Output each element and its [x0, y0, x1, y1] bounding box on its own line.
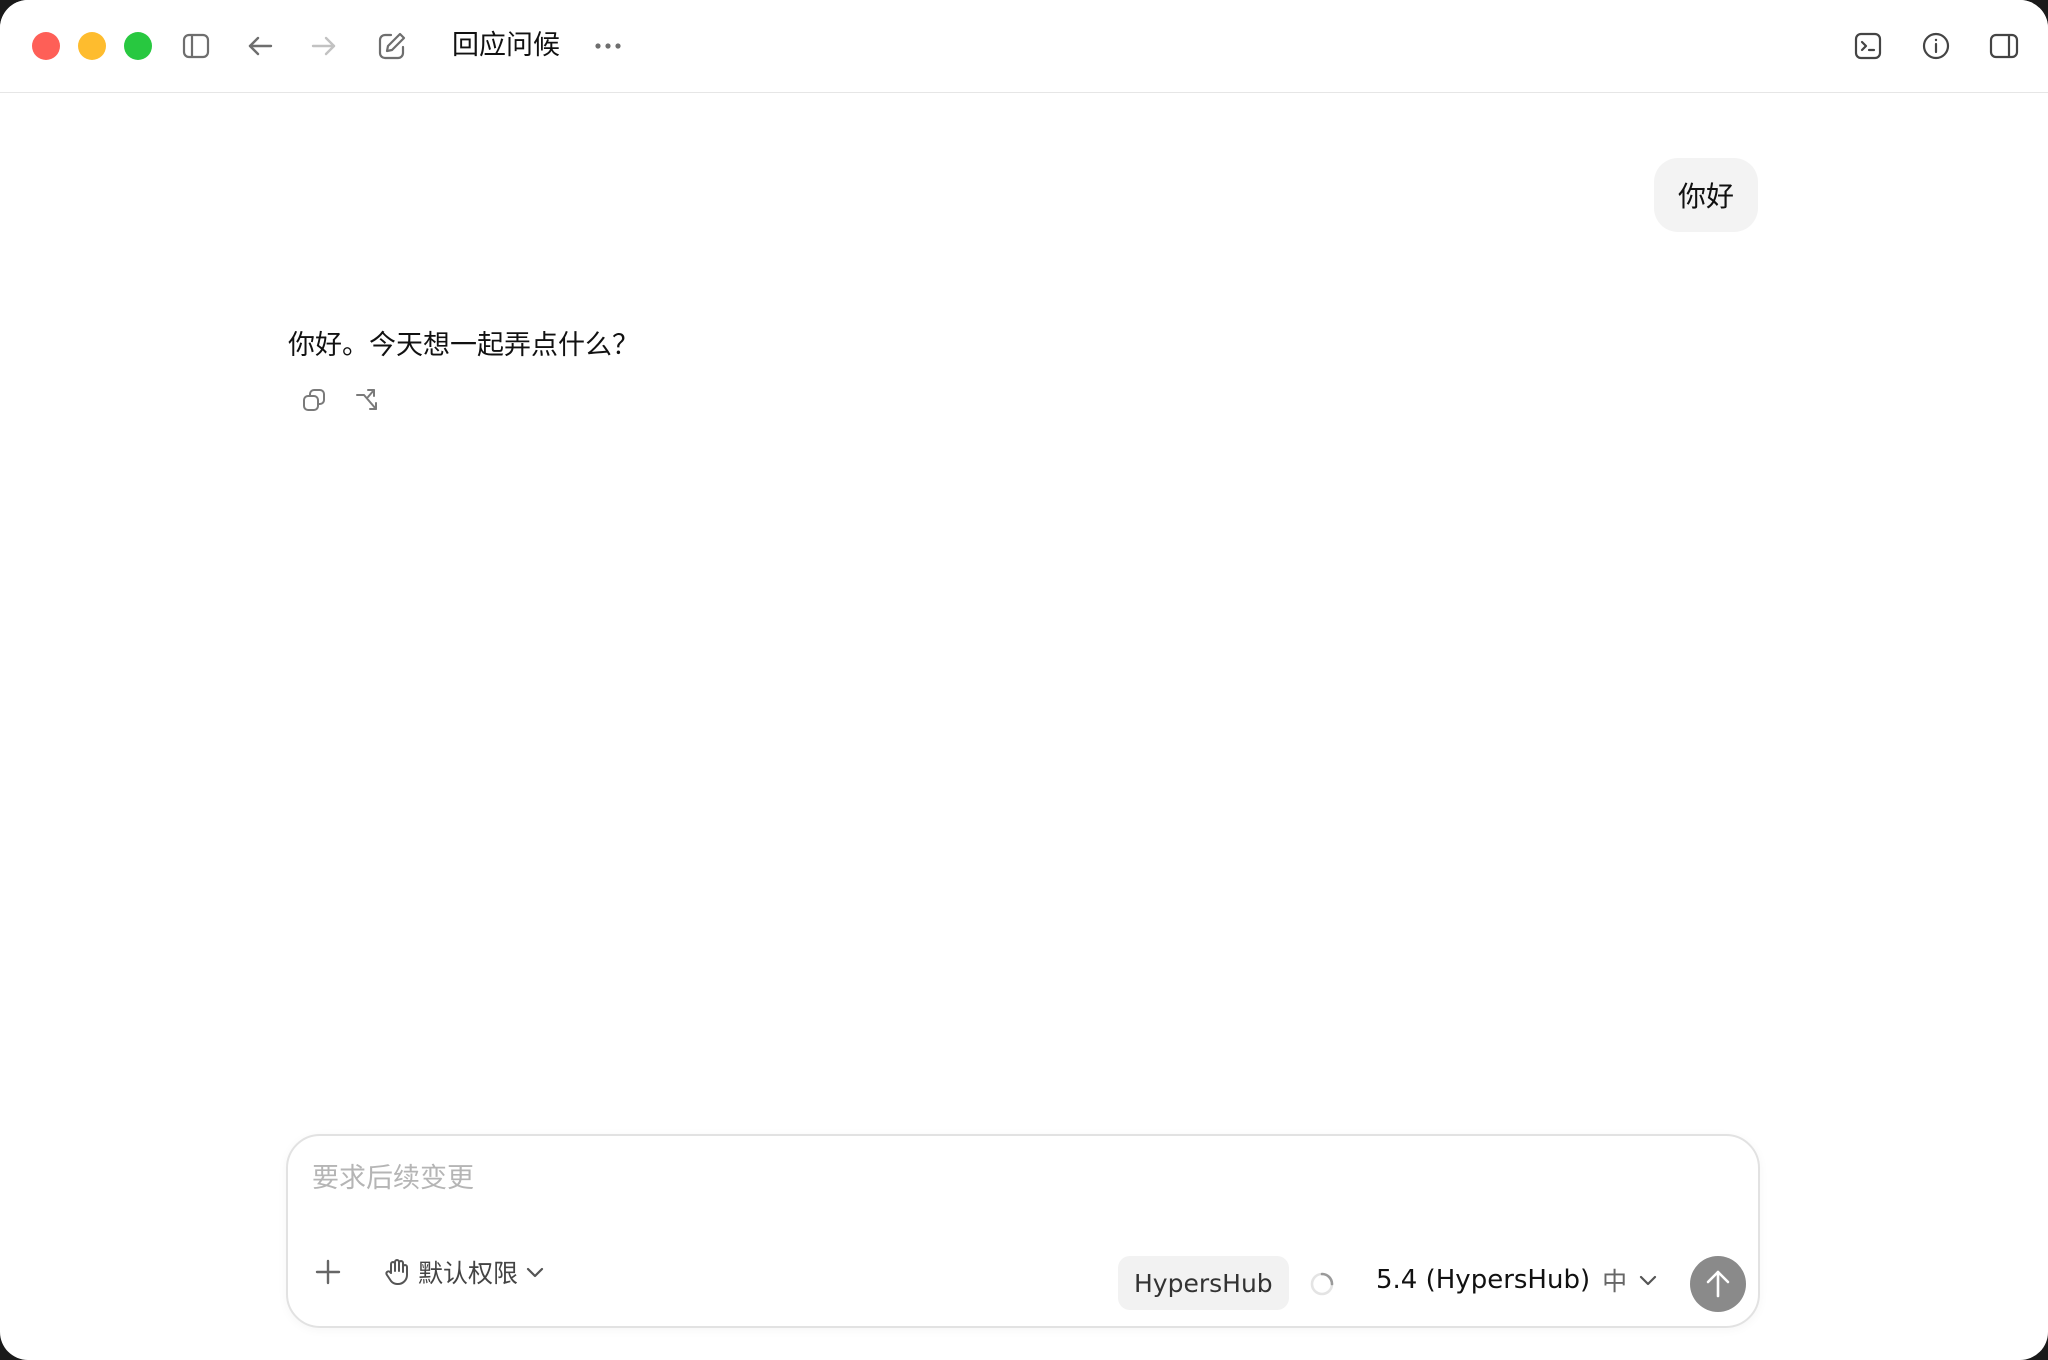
- branch-icon[interactable]: [348, 380, 388, 420]
- compose-icon[interactable]: [372, 26, 412, 66]
- assistant-message-text: 你好。今天想一起弄点什么？: [288, 330, 639, 361]
- hand-icon: [385, 1259, 408, 1285]
- plus-icon: [315, 1259, 341, 1285]
- title-bar: 回应问候: [0, 0, 2048, 93]
- ellipsis-icon[interactable]: [588, 26, 628, 66]
- arrow-right-icon[interactable]: [304, 26, 344, 66]
- copy-icon[interactable]: [294, 380, 334, 420]
- user-message-text: 你好: [1677, 180, 1734, 213]
- minimize-window-button[interactable]: [78, 32, 106, 60]
- composer: 默认权限 HypersHub 5.4 (HypersHub) 中: [286, 1134, 1760, 1328]
- permission-label: 默认权限: [418, 1259, 519, 1288]
- hub-chip-label: HypersHub: [1134, 1268, 1273, 1298]
- info-icon[interactable]: [1916, 26, 1956, 66]
- arrow-left-icon[interactable]: [240, 26, 280, 66]
- sidebar-toggle-icon[interactable]: [176, 26, 216, 66]
- close-window-button[interactable]: [32, 32, 60, 60]
- send-button[interactable]: [1690, 1256, 1746, 1312]
- maximize-window-button[interactable]: [124, 32, 152, 60]
- right-panel-icon[interactable]: [1984, 26, 2024, 66]
- loading-spinner-icon: [1308, 1270, 1336, 1298]
- chevron-down-icon: [1640, 1275, 1657, 1286]
- model-label: 5.4 (HypersHub): [1376, 1265, 1591, 1295]
- app-window: 回应问候 你好 你好。今天想一起弄点什么？ 要求后续变更 默认权限 Hypers…: [0, 0, 2048, 1360]
- hub-chip[interactable]: HypersHub: [1118, 1256, 1289, 1310]
- permission-selector[interactable]: 默认权限: [384, 1252, 544, 1292]
- add-attachment-button[interactable]: [308, 1252, 348, 1292]
- conversation-title: 回应问候: [452, 30, 560, 61]
- arrow-up-icon: [1706, 1270, 1730, 1298]
- reasoning-level: 中: [1602, 1267, 1628, 1296]
- model-selector[interactable]: 5.4 (HypersHub) 中: [1376, 1252, 1657, 1308]
- user-message-bubble: 你好: [1653, 158, 1758, 232]
- follow-up-input[interactable]: [312, 1156, 1712, 1200]
- chevron-down-icon: [526, 1267, 544, 1278]
- terminal-icon[interactable]: [1848, 26, 1888, 66]
